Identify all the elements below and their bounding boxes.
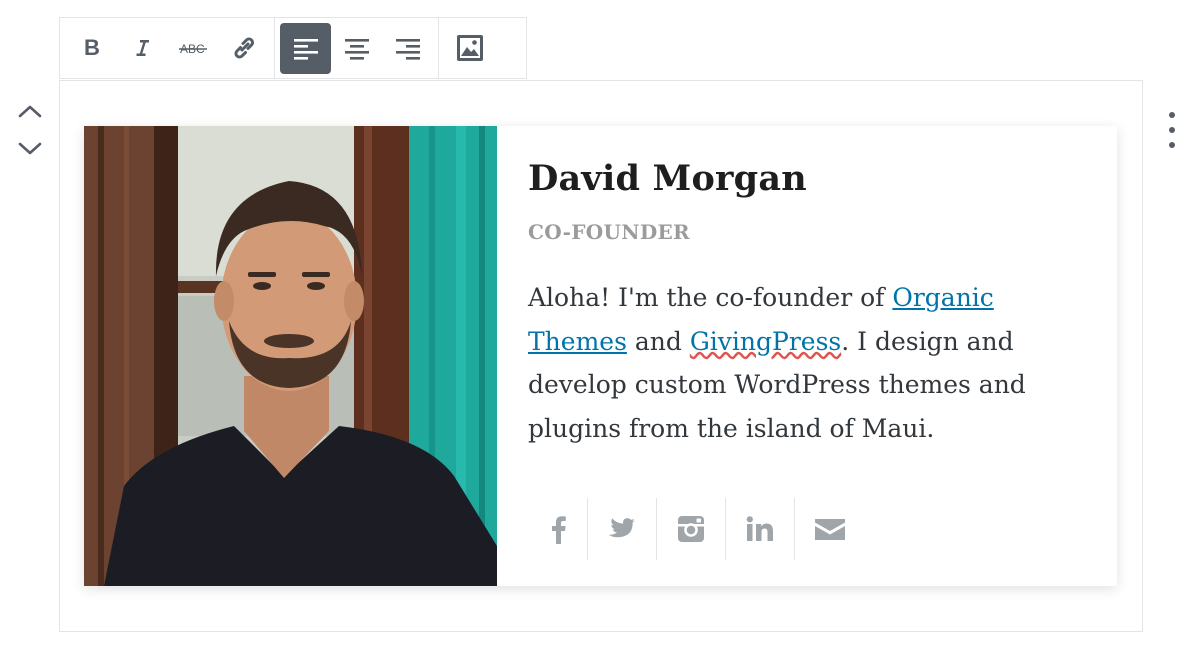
instagram-button[interactable] <box>657 498 726 560</box>
more-dot <box>1169 127 1175 133</box>
align-left-icon <box>293 39 318 60</box>
formatting-group: B ABC <box>60 18 275 78</box>
align-center-icon <box>344 39 369 60</box>
linkedin-button[interactable] <box>726 498 795 560</box>
chevron-up-icon <box>18 105 42 118</box>
move-up-button[interactable] <box>14 98 46 124</box>
givingpress-link[interactable]: GivingPress <box>690 327 841 356</box>
block-toolbar: B ABC <box>59 17 527 79</box>
block-movers <box>14 98 46 162</box>
link-button[interactable] <box>218 23 269 74</box>
align-center-button[interactable] <box>331 23 382 74</box>
twitter-button[interactable] <box>588 498 657 560</box>
more-dot <box>1169 142 1175 148</box>
social-links <box>528 498 864 560</box>
svg-text:B: B <box>84 36 100 60</box>
email-button[interactable] <box>795 498 864 560</box>
more-dot <box>1169 112 1175 118</box>
profile-card: David Morgan CO-FOUNDER Aloha! I'm the c… <box>84 126 1117 586</box>
bold-button[interactable]: B <box>65 23 116 74</box>
more-options-button[interactable] <box>1160 112 1184 148</box>
italic-icon <box>136 40 149 56</box>
profile-title[interactable]: CO-FOUNDER <box>528 220 690 244</box>
move-down-button[interactable] <box>14 136 46 162</box>
italic-button[interactable] <box>116 23 167 74</box>
media-group <box>439 18 500 78</box>
strikethrough-button[interactable]: ABC <box>167 23 218 74</box>
facebook-icon <box>551 516 566 544</box>
profile-bio[interactable]: Aloha! I'm the co-founder of Organic The… <box>528 276 1068 450</box>
image-icon <box>456 35 483 61</box>
facebook-button[interactable] <box>528 498 588 560</box>
image-button[interactable] <box>444 23 495 74</box>
chevron-down-icon <box>18 142 42 155</box>
bold-icon: B <box>84 36 100 60</box>
strikethrough-icon: ABC <box>178 42 207 56</box>
twitter-icon <box>608 518 635 538</box>
profile-photo[interactable] <box>84 126 497 586</box>
alignment-group <box>275 18 439 78</box>
align-left-button[interactable] <box>280 22 331 74</box>
linkedin-icon <box>746 516 773 541</box>
align-right-icon <box>395 39 420 60</box>
profile-name[interactable]: David Morgan <box>528 158 807 199</box>
instagram-icon <box>678 516 704 542</box>
bio-text: and <box>626 326 690 356</box>
bio-text: Aloha! I'm the co-founder of <box>528 283 893 312</box>
profile-photo-image <box>84 126 497 586</box>
align-right-button[interactable] <box>382 23 433 74</box>
email-icon <box>814 519 845 540</box>
link-icon <box>233 37 254 59</box>
